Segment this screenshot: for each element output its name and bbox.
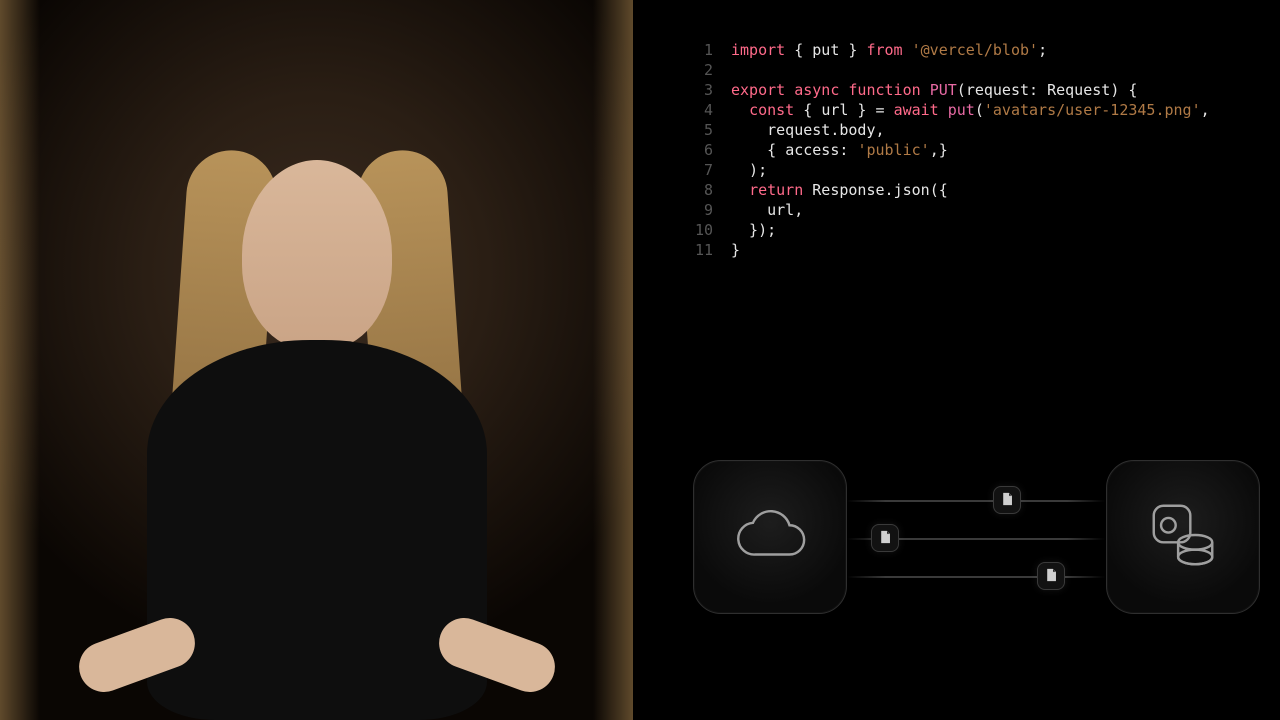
line-number: 4 (683, 100, 713, 120)
code-content: }); (731, 220, 776, 240)
file-packet (993, 486, 1021, 514)
file-icon (1044, 567, 1058, 586)
code-content: } (731, 240, 740, 260)
stage: 1 import { put } from '@vercel/blob'; 23 ex… (0, 0, 1280, 720)
line-number: 9 (683, 200, 713, 220)
file-icon (1000, 491, 1014, 510)
code-content: url, (731, 200, 803, 220)
line-number: 2 (683, 60, 713, 80)
file-packet (871, 524, 899, 552)
storage-node (1106, 460, 1260, 614)
code-line: 5 request.body, (683, 120, 1240, 140)
line-number: 3 (683, 80, 713, 100)
file-packet (1037, 562, 1065, 590)
line-number: 11 (683, 240, 713, 260)
line-number: 6 (683, 140, 713, 160)
code-content: const { url } = await put('avatars/user-… (731, 100, 1210, 120)
code-line: 2 (683, 60, 1240, 80)
upload-diagram (693, 460, 1260, 620)
line-number: 7 (683, 160, 713, 180)
code-line: 9 url, (683, 200, 1240, 220)
code-line: 11} (683, 240, 1240, 260)
code-and-diagram-pane: 1 import { put } from '@vercel/blob'; 23 ex… (633, 0, 1280, 720)
code-line: 7 ); (683, 160, 1240, 180)
code-line: 10 }); (683, 220, 1240, 240)
line-number: 1 (683, 40, 713, 60)
diagram-track-1 (847, 500, 1106, 502)
code-content: request.body, (731, 120, 885, 140)
code-line: 4 const { url } = await put('avatars/use… (683, 100, 1240, 120)
code-content: ); (731, 160, 767, 180)
cloud-icon (731, 496, 809, 578)
presenter-silhouette (107, 80, 527, 720)
code-content: return Response.json({ (731, 180, 948, 200)
blob-storage-icon (1144, 496, 1222, 578)
code-block: 1 import { put } from '@vercel/blob'; 23 ex… (683, 40, 1240, 260)
code-line: 8 return Response.json({ (683, 180, 1240, 200)
presenter-video-frame (0, 0, 633, 720)
code-content: import { put } from '@vercel/blob'; (731, 40, 1047, 60)
code-line: 6 { access: 'public',} (683, 140, 1240, 160)
code-content: { access: 'public',} (731, 140, 948, 160)
cloud-node (693, 460, 847, 614)
line-number: 5 (683, 120, 713, 140)
presenter-video-pane (0, 0, 633, 720)
diagram-track-3 (847, 576, 1106, 578)
line-number: 10 (683, 220, 713, 240)
code-line: 3 export async function PUT(request: Requ… (683, 80, 1240, 100)
file-icon (878, 529, 892, 548)
code-line: 1 import { put } from '@vercel/blob'; (683, 40, 1240, 60)
line-number: 8 (683, 180, 713, 200)
code-content: export async function PUT(request: Reque… (731, 80, 1137, 100)
